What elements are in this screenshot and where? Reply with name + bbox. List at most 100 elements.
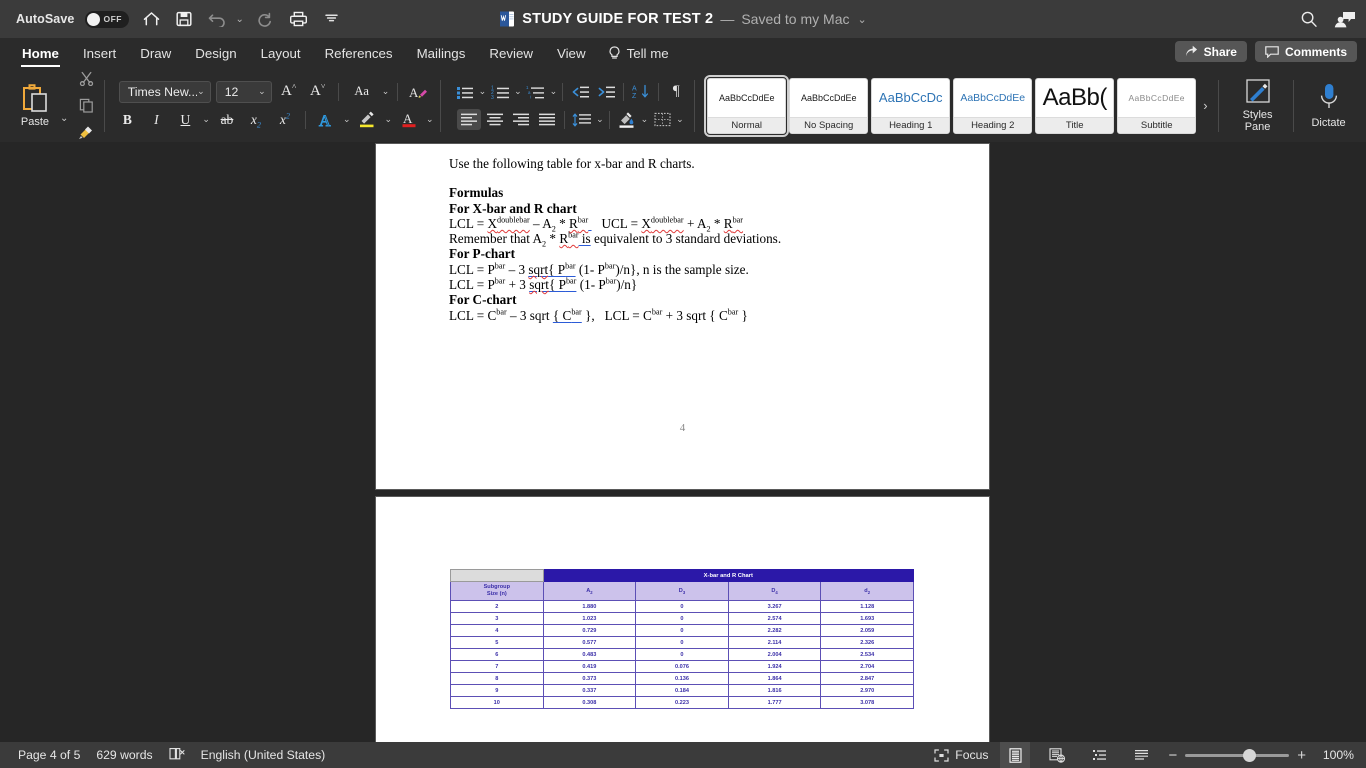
tab-layout[interactable]: Layout — [249, 38, 313, 69]
title-dropdown-caret[interactable]: ⌄ — [857, 13, 866, 26]
subscript-button[interactable]: x2 — [244, 109, 268, 131]
bullets-icon[interactable] — [453, 81, 477, 102]
shading-icon[interactable] — [615, 109, 639, 130]
zoom-in-button[interactable]: + — [1297, 747, 1306, 764]
italic-button[interactable]: I — [144, 109, 168, 131]
proofing-errors-icon[interactable] — [169, 747, 185, 764]
tab-review[interactable]: Review — [477, 38, 545, 69]
zoom-slider[interactable]: − + — [1168, 747, 1306, 764]
align-left-icon[interactable] — [457, 109, 482, 130]
tab-design[interactable]: Design — [183, 38, 248, 69]
underline-button[interactable]: U — [173, 109, 197, 131]
dictate-button[interactable]: Dictate — [1300, 82, 1358, 129]
save-icon[interactable] — [173, 8, 195, 30]
clear-formatting-icon[interactable]: A — [406, 81, 430, 103]
font-color-button[interactable]: A — [397, 109, 421, 131]
styles-gallery-next-icon[interactable]: › — [1199, 98, 1211, 113]
show-formatting-marks-icon[interactable]: ¶ — [664, 81, 688, 102]
comments-button[interactable]: Comments — [1254, 41, 1357, 62]
numbering-caret[interactable]: ⌄ — [514, 86, 522, 97]
shading-caret[interactable]: ⌄ — [641, 114, 649, 125]
sort-icon[interactable]: AZ — [629, 81, 653, 102]
font-color-caret[interactable]: ⌄ — [426, 114, 434, 125]
grow-font-icon[interactable]: A˄ — [277, 81, 301, 103]
borders-icon[interactable] — [650, 109, 674, 130]
style-preview: AaBbCcDdEe — [800, 92, 857, 103]
tab-mailings[interactable]: Mailings — [405, 38, 478, 69]
highlight-button[interactable] — [355, 109, 379, 131]
style-heading-2[interactable]: AaBbCcDdEe Heading 2 — [953, 77, 1033, 134]
numbering-icon[interactable]: 123 — [488, 81, 512, 102]
print-icon[interactable] — [288, 8, 310, 30]
style-no-spacing[interactable]: AaBbCcDdEe No Spacing — [789, 77, 869, 134]
share-button[interactable]: Share — [1174, 41, 1247, 62]
copy-icon[interactable] — [74, 95, 98, 117]
search-icon[interactable] — [1298, 8, 1320, 30]
style-title[interactable]: AaBb( Title — [1035, 77, 1115, 134]
bold-button[interactable]: B — [115, 109, 139, 131]
account-comment-icon[interactable] — [1334, 8, 1356, 30]
web-layout-icon[interactable] — [1042, 742, 1072, 768]
home-icon[interactable] — [140, 8, 162, 30]
zoom-slider-track[interactable] — [1185, 748, 1290, 762]
line-spacing-icon[interactable] — [570, 109, 594, 130]
cell-d4: 2.282 — [727, 624, 822, 637]
multilevel-list-caret[interactable]: ⌄ — [550, 86, 558, 97]
borders-caret[interactable]: ⌄ — [676, 114, 684, 125]
tab-home[interactable]: Home — [10, 38, 71, 69]
document-canvas[interactable]: Use the following table for x-bar and R … — [0, 142, 1366, 742]
align-right-icon[interactable] — [509, 109, 533, 130]
line-spacing-caret[interactable]: ⌄ — [596, 114, 604, 125]
style-normal[interactable]: AaBbCcDdEe Normal — [704, 74, 790, 137]
bullets-caret[interactable]: ⌄ — [479, 86, 487, 97]
highlight-caret[interactable]: ⌄ — [384, 114, 392, 125]
format-painter-icon[interactable] — [74, 122, 98, 144]
change-case-icon[interactable]: Aa — [347, 81, 377, 103]
draft-icon[interactable] — [1126, 742, 1156, 768]
word-count[interactable]: 629 words — [96, 748, 152, 762]
text-effects-button[interactable]: A — [314, 109, 338, 131]
style-subtitle[interactable]: AaBbCcDdEe Subtitle — [1117, 77, 1197, 134]
justify-icon[interactable] — [535, 109, 559, 130]
cut-icon[interactable] — [74, 68, 98, 90]
superscript-button[interactable]: x2 — [273, 109, 297, 131]
autosave-toggle[interactable]: OFF — [85, 10, 130, 28]
undo-icon[interactable] — [206, 8, 228, 30]
shrink-font-icon[interactable]: A˅ — [306, 81, 330, 103]
decrease-indent-icon[interactable] — [568, 81, 592, 102]
align-center-icon[interactable] — [483, 109, 507, 130]
strikethrough-button[interactable]: ab — [215, 109, 239, 131]
paste-button[interactable]: Paste — [12, 83, 58, 128]
zoom-level-label[interactable]: 100% — [1318, 748, 1354, 762]
focus-button[interactable]: Focus — [934, 748, 988, 762]
tab-references[interactable]: References — [313, 38, 405, 69]
tab-draw[interactable]: Draw — [128, 38, 183, 69]
table-row: 6 0.483 0 2.004 2.534 — [450, 648, 914, 661]
increase-indent-icon[interactable] — [594, 81, 618, 102]
multilevel-list-icon[interactable]: 1ai — [524, 81, 548, 102]
cell-d3: 0 — [635, 636, 729, 649]
language-indicator[interactable]: English (United States) — [201, 748, 326, 762]
outline-icon[interactable] — [1084, 742, 1114, 768]
tab-insert[interactable]: Insert — [71, 38, 128, 69]
change-case-caret[interactable]: ⌄ — [382, 86, 390, 97]
zoom-out-button[interactable]: − — [1168, 747, 1177, 764]
undo-dropdown-caret[interactable]: ⌄ — [235, 14, 243, 25]
page-indicator[interactable]: Page 4 of 5 — [18, 748, 80, 762]
document-page-5[interactable]: X-bar and R Chart Subgroup Size (n) A2 D… — [376, 497, 989, 742]
underline-caret[interactable]: ⌄ — [202, 114, 210, 125]
redo-icon[interactable] — [255, 8, 277, 30]
styles-pane-button[interactable]: Styles Pane — [1229, 78, 1287, 133]
style-heading-1[interactable]: AaBbCcDc Heading 1 — [871, 77, 951, 134]
document-page-4[interactable]: Use the following table for x-bar and R … — [376, 144, 989, 489]
tell-me-button[interactable]: Tell me — [598, 46, 679, 61]
zoom-slider-thumb[interactable] — [1243, 748, 1257, 762]
style-label: Normal — [708, 116, 786, 133]
paste-dropdown-caret[interactable]: ⌄ — [60, 113, 68, 124]
text-effects-caret[interactable]: ⌄ — [343, 114, 351, 125]
font-name-combo[interactable]: Times New... ⌄ — [118, 80, 211, 103]
customize-toolbar-icon[interactable] — [321, 8, 343, 30]
tab-view[interactable]: View — [545, 38, 598, 69]
font-size-combo[interactable]: 12 ⌄ — [215, 80, 272, 103]
print-layout-icon[interactable] — [1000, 742, 1031, 768]
